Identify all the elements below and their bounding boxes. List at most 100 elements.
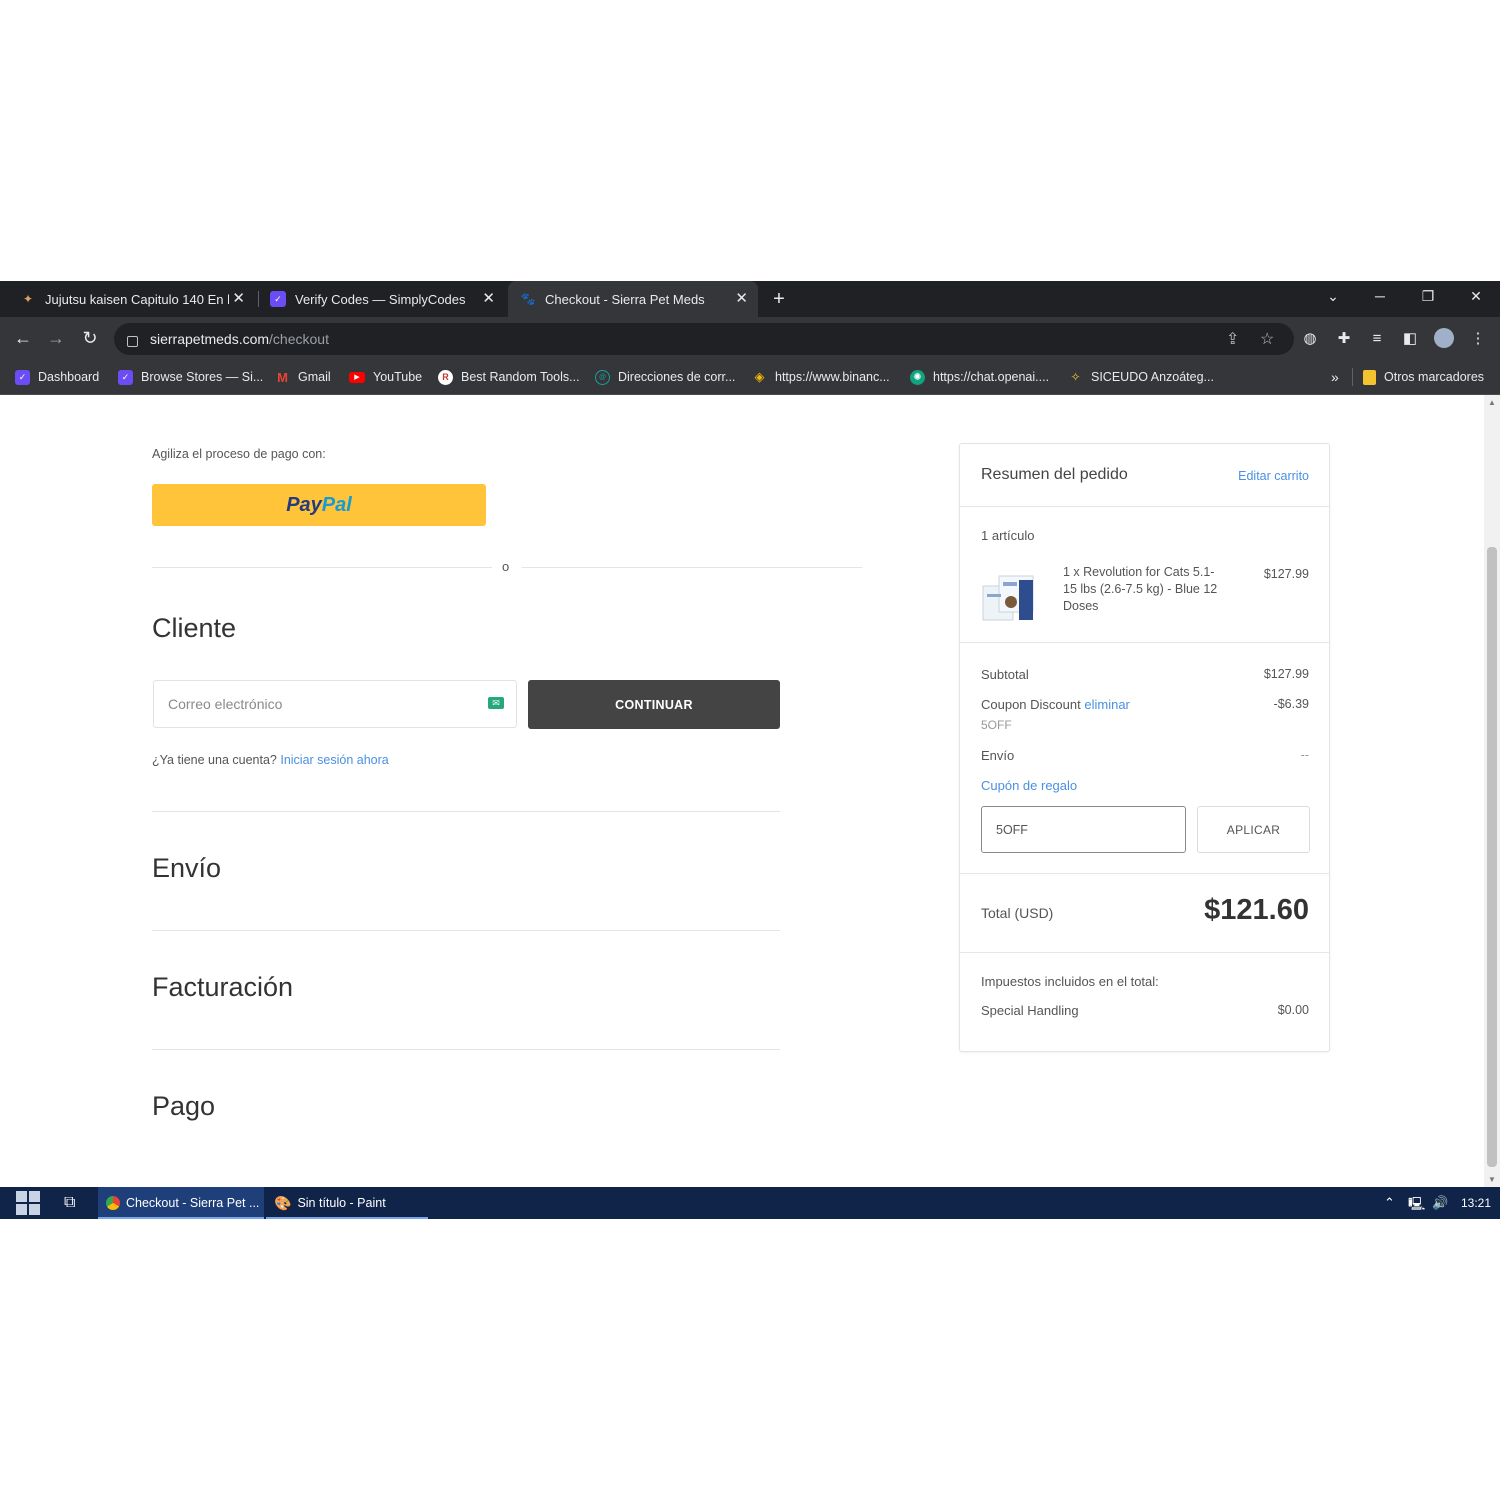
tab-title: Jujutsu kaisen Capitulo 140 En lín — [45, 291, 229, 307]
profile-avatar[interactable] — [1432, 326, 1456, 350]
youtube-icon: ▶ — [349, 371, 365, 383]
bookmark-openai[interactable]: ✺ https://chat.openai.... — [910, 367, 1049, 387]
media-control-icon[interactable]: ≡ — [1365, 326, 1389, 350]
browser-toolbar: ← → ↻ sierrapetmeds.com/checkout ⇪ ☆ ◍ ✚… — [0, 317, 1500, 359]
item-name-line: 15 lbs (2.6-7.5 kg) - Blue 12 — [1063, 582, 1218, 596]
bookmark-label: Browse Stores — Si... — [141, 370, 264, 384]
bookmark-direcciones[interactable]: @ Direcciones de corr... — [595, 367, 735, 387]
share-icon[interactable]: ⇪ — [1226, 329, 1239, 349]
other-bookmarks[interactable]: Otros marcadores — [1352, 367, 1484, 387]
paypal-logo-pal: Pal — [321, 493, 352, 516]
simplycodes-icon: ✓ — [118, 369, 133, 385]
network-icon[interactable]: 🖳 — [1408, 1195, 1425, 1217]
close-tab-icon[interactable]: ✕ — [482, 291, 495, 307]
address-bar[interactable]: sierrapetmeds.com/checkout ⇪ ☆ — [114, 323, 1294, 355]
tab-title: Checkout - Sierra Pet Meds — [545, 291, 705, 307]
bookmarks-bar: ✓ Dashboard ✓ Browse Stores — Si... M Gmail… — [0, 359, 1500, 395]
simplycodes-icon: ✓ — [15, 369, 30, 385]
taskbar-paint[interactable]: 🎨 Sin título - Paint — [266, 1187, 428, 1219]
back-icon[interactable]: ← — [10, 325, 36, 351]
scroll-up-arrow-icon[interactable]: ▲ — [1488, 398, 1496, 407]
tab-search-icon[interactable]: ⌄ — [1310, 281, 1356, 311]
start-button[interactable] — [16, 1187, 40, 1219]
tab-jujutsu[interactable]: ✦ Jujutsu kaisen Capitulo 140 En lín ✕ — [0, 281, 255, 317]
bookmark-browse-stores[interactable]: ✓ Browse Stores — Si... — [118, 367, 263, 387]
restore-icon[interactable]: ❐ — [1405, 281, 1451, 311]
folder-icon — [1363, 369, 1376, 385]
bookmark-random-tools[interactable]: R Best Random Tools... — [438, 367, 580, 387]
bookmark-dashboard[interactable]: ✓ Dashboard — [15, 367, 99, 387]
continue-button[interactable]: CONTINUAR — [528, 680, 780, 729]
bookmark-label: https://www.binanc... — [775, 370, 890, 384]
taskbar-chrome-checkout[interactable]: Checkout - Sierra Pet ... — [98, 1187, 264, 1219]
forward-icon[interactable]: → — [43, 325, 69, 351]
bookmark-label: Best Random Tools... — [461, 370, 580, 384]
coupon-label: Coupon Discount — [981, 697, 1081, 712]
summary-title: Resumen del pedido — [981, 466, 1128, 483]
page-scrollbar[interactable]: ▲ ▼ — [1484, 395, 1500, 1187]
shipping-heading[interactable]: Envío — [152, 853, 221, 884]
bookmark-gmail[interactable]: M Gmail — [275, 367, 331, 387]
item-name: 1 x Revolution for Cats 5.1- 15 lbs (2.6… — [1063, 564, 1217, 615]
volume-icon[interactable]: 🔊 — [1432, 1195, 1448, 1211]
tab-simplycodes[interactable]: ✓ Verify Codes — SimplyCodes ✕ — [260, 281, 505, 317]
email-field[interactable]: Correo electrónico ✉ — [153, 680, 517, 728]
paypal-button[interactable]: Pay Pal — [152, 484, 486, 526]
browser-menu-icon[interactable]: ⋮ — [1466, 326, 1490, 350]
edit-cart-link[interactable]: Editar carrito — [1238, 469, 1309, 483]
bookmark-youtube[interactable]: ▶ YouTube — [349, 367, 422, 387]
taxes-label: Impuestos incluidos en el total: — [981, 974, 1159, 989]
total-value: $121.60 — [1204, 894, 1309, 926]
running-indicator — [266, 1217, 428, 1219]
remove-coupon-link[interactable]: eliminar — [1084, 697, 1130, 712]
bookmark-divider — [1352, 368, 1353, 386]
translate-globe-icon[interactable]: ◍ — [1298, 326, 1322, 350]
bookmark-siceudo[interactable]: ✧ SICEUDO Anzoáteg... — [1068, 367, 1214, 387]
handling-value: $0.00 — [1277, 1003, 1309, 1017]
account-question: ¿Ya tiene una cuenta? — [152, 753, 277, 767]
payment-heading[interactable]: Pago — [152, 1091, 215, 1122]
windows-taskbar: ⧉ Checkout - Sierra Pet ... 🎨 Sin título… — [0, 1187, 1500, 1219]
tray-overflow-icon[interactable]: ⌃ — [1384, 1195, 1395, 1211]
close-window-icon[interactable]: ✕ — [1453, 281, 1499, 311]
apply-button[interactable]: APLICAR — [1197, 806, 1310, 853]
screenshot-frame: ✦ Jujutsu kaisen Capitulo 140 En lín ✕ ✓… — [0, 281, 1500, 1219]
minimize-icon[interactable]: ─ — [1357, 281, 1403, 311]
email-autofill-icon[interactable]: ✉ — [488, 697, 504, 709]
task-view-icon[interactable]: ⧉ — [64, 1187, 75, 1219]
clock[interactable]: 13:21 — [1461, 1196, 1491, 1210]
shipping-label: Envío — [981, 748, 1015, 763]
tab-strip: ✦ Jujutsu kaisen Capitulo 140 En lín ✕ ✓… — [0, 281, 1500, 317]
bookmark-star-icon[interactable]: ☆ — [1260, 329, 1274, 349]
url-text: sierrapetmeds.com/checkout — [150, 331, 329, 347]
bookmark-label: Dashboard — [38, 370, 100, 384]
bookmark-label: Direcciones de corr... — [618, 370, 736, 384]
close-tab-icon[interactable]: ✕ — [232, 291, 245, 307]
signin-link[interactable]: Iniciar sesión ahora — [280, 753, 388, 767]
new-tab-button[interactable]: + — [764, 281, 794, 317]
reload-icon[interactable]: ↻ — [77, 325, 103, 351]
bookmarks-overflow-icon[interactable]: » — [1331, 367, 1339, 387]
gift-coupon-link[interactable]: Cupón de regalo — [981, 778, 1077, 793]
close-tab-icon[interactable]: ✕ — [735, 291, 748, 307]
or-separator: o — [502, 559, 510, 574]
bookmark-binance[interactable]: ◈ https://www.binanc... — [752, 367, 890, 387]
scrollbar-thumb[interactable] — [1487, 547, 1497, 1167]
billing-heading[interactable]: Facturación — [152, 972, 293, 1003]
email-placeholder: Correo electrónico — [168, 696, 283, 712]
side-panel-icon[interactable]: ◧ — [1398, 326, 1422, 350]
item-name-line: 1 x Revolution for Cats 5.1- — [1063, 565, 1215, 579]
mail-circle-icon: @ — [595, 369, 610, 385]
section-divider — [152, 1049, 780, 1050]
item-name-line: Doses — [1063, 599, 1099, 613]
coupon-input[interactable]: 5OFF — [981, 806, 1186, 853]
coupon-row: Coupon Discount eliminar — [981, 697, 1130, 712]
openai-icon: ✺ — [910, 369, 925, 385]
extensions-puzzle-icon[interactable]: ✚ — [1332, 326, 1356, 350]
coupon-value: -$6.39 — [1273, 697, 1309, 711]
shipping-value: -- — [1300, 748, 1309, 762]
scroll-down-arrow-icon[interactable]: ▼ — [1488, 1175, 1496, 1184]
tab-title: Verify Codes — SimplyCodes — [295, 291, 466, 307]
tab-checkout[interactable]: 🐾 Checkout - Sierra Pet Meds ✕ — [508, 281, 758, 317]
order-summary-card: Resumen del pedido Editar carrito 1 artí… — [959, 443, 1330, 1052]
